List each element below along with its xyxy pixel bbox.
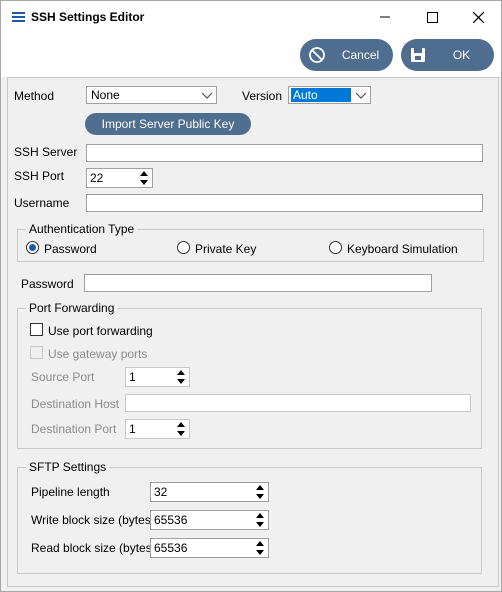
- ssh-server-label: SSH Server: [14, 145, 78, 159]
- authentication-type-title: Authentication Type: [26, 222, 138, 236]
- spinner-arrows-icon[interactable]: [255, 484, 265, 500]
- chevron-down-icon: [355, 92, 367, 99]
- destination-port-stepper[interactable]: 1: [125, 419, 190, 439]
- write-block-size-stepper[interactable]: 65536: [150, 510, 269, 530]
- ssh-port-label: SSH Port: [14, 169, 65, 183]
- destination-port-label: Destination Port: [31, 422, 117, 436]
- pipeline-length-value: 32: [154, 485, 168, 499]
- ssh-port-value: 22: [90, 171, 104, 185]
- app-menu-icon[interactable]: [12, 12, 25, 22]
- version-label: Version: [242, 89, 283, 103]
- maximize-button[interactable]: [409, 1, 455, 33]
- ssh-server-input[interactable]: [86, 144, 483, 162]
- auth-private-key-label: Private Key: [195, 242, 257, 256]
- read-block-size-stepper[interactable]: 65536: [150, 538, 269, 558]
- auth-keyboard-simulation-radio[interactable]: [329, 241, 342, 254]
- chevron-down-icon: [201, 92, 213, 99]
- read-block-size-value: 65536: [154, 541, 188, 555]
- ssh-port-stepper[interactable]: 22: [86, 168, 153, 188]
- close-button[interactable]: [455, 1, 501, 33]
- port-forwarding-title: Port Forwarding: [26, 301, 118, 315]
- ok-label: OK: [452, 48, 471, 62]
- source-port-value: 1: [129, 370, 136, 384]
- spinner-arrows-icon[interactable]: [255, 540, 265, 556]
- source-port-label: Source Port: [31, 370, 95, 384]
- method-select[interactable]: None: [86, 86, 217, 104]
- username-label: Username: [14, 196, 70, 210]
- import-server-public-key-button[interactable]: Import Server Public Key: [85, 113, 251, 135]
- read-block-size-label: Read block size (bytes): [31, 541, 156, 555]
- method-value: None: [91, 88, 120, 102]
- use-gateway-ports-label: Use gateway ports: [48, 347, 148, 361]
- auth-password-radio[interactable]: [26, 241, 39, 254]
- sftp-settings-title: SFTP Settings: [26, 460, 110, 474]
- close-icon: [472, 11, 484, 23]
- destination-host-label: Destination Host: [31, 397, 120, 411]
- title-bar: SSH Settings Editor: [1, 1, 501, 33]
- maximize-icon: [426, 11, 438, 23]
- pipeline-length-stepper[interactable]: 32: [150, 482, 269, 502]
- ssh-settings-window: SSH Settings Editor Cancel OK Method Non…: [0, 0, 502, 592]
- source-port-stepper[interactable]: 1: [125, 367, 190, 387]
- password-input[interactable]: [84, 274, 432, 292]
- password-label: Password: [21, 277, 74, 291]
- version-select[interactable]: Auto: [288, 86, 371, 104]
- auth-password-label: Password: [44, 242, 97, 256]
- cancel-label: Cancel: [341, 48, 380, 62]
- username-input[interactable]: [86, 194, 483, 212]
- spinner-arrows-icon[interactable]: [139, 170, 149, 186]
- spinner-arrows-icon[interactable]: [255, 512, 265, 528]
- minimize-button[interactable]: [362, 1, 408, 33]
- toolbar: Cancel OK: [1, 33, 501, 101]
- minimize-icon: [380, 16, 390, 18]
- destination-host-input[interactable]: [125, 394, 471, 412]
- destination-port-value: 1: [129, 422, 136, 436]
- use-gateway-ports-checkbox[interactable]: [30, 346, 43, 359]
- spinner-arrows-icon[interactable]: [176, 369, 186, 385]
- method-label: Method: [14, 89, 55, 103]
- write-block-size-label: Write block size (bytes): [31, 513, 155, 527]
- auth-private-key-radio[interactable]: [177, 241, 190, 254]
- spinner-arrows-icon[interactable]: [176, 421, 186, 437]
- use-port-forwarding-label: Use port forwarding: [48, 324, 153, 338]
- window-title: SSH Settings Editor: [31, 10, 145, 24]
- version-value: Auto: [291, 88, 351, 102]
- ok-button[interactable]: OK: [401, 39, 494, 71]
- write-block-size-value: 65536: [154, 513, 188, 527]
- use-port-forwarding-checkbox[interactable]: [30, 323, 43, 336]
- pipeline-length-label: Pipeline length: [31, 485, 110, 499]
- cancel-button[interactable]: Cancel: [300, 39, 393, 71]
- auth-keyboard-simulation-label: Keyboard Simulation: [347, 242, 458, 256]
